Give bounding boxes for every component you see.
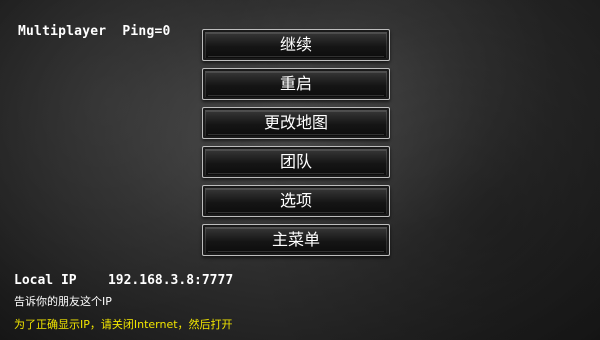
restart-button[interactable]: 重启 — [202, 68, 390, 100]
change-map-button[interactable]: 更改地图 — [202, 107, 390, 139]
ip-warning-text: 为了正确显示IP，请关闭Internet，然后打开 — [14, 318, 233, 331]
team-button[interactable]: 团队 — [202, 146, 390, 178]
local-ip-row: Local IP 192.168.3.8:7777 — [14, 273, 233, 288]
local-ip-value: 192.168.3.8:7777 — [107, 273, 234, 288]
options-button[interactable]: 选项 — [202, 185, 390, 217]
share-ip-hint: 告诉你的朋友这个IP — [14, 295, 112, 308]
local-ip-label: Local IP — [14, 273, 77, 288]
multiplayer-status: Multiplayer Ping=0 — [18, 24, 171, 39]
continue-button[interactable]: 继续 — [202, 29, 390, 61]
mode-label: Multiplayer — [18, 24, 107, 39]
ping-readout: Ping=0 — [122, 24, 171, 39]
pause-menu: 继续 重启 更改地图 团队 选项 主菜单 — [202, 29, 390, 263]
main-menu-button[interactable]: 主菜单 — [202, 224, 390, 256]
